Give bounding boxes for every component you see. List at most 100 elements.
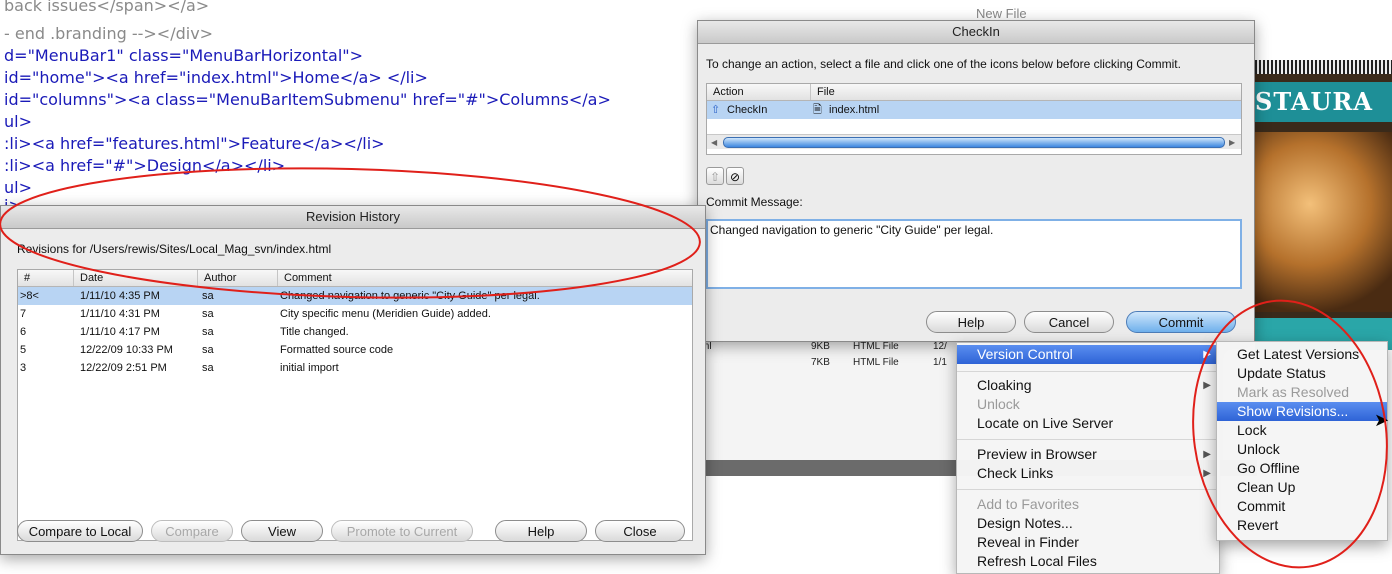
preview-stripe (1255, 60, 1392, 74)
commit-message-field[interactable]: Changed navigation to generic "City Guid… (706, 219, 1242, 289)
submenu-mark-resolved: Mark as Resolved (1237, 384, 1350, 400)
submenu-lock[interactable]: Lock (1217, 421, 1387, 440)
submenu-update-status[interactable]: Update Status (1217, 364, 1387, 383)
col-action[interactable]: Action (707, 84, 811, 100)
col-number[interactable]: # (18, 270, 74, 286)
submenu-unlock[interactable]: Unlock (1217, 440, 1387, 459)
menu-label: Check Links (977, 465, 1054, 481)
revision-author: sa (202, 362, 214, 374)
horizontal-scrollbar[interactable]: ◀ ▶ (707, 134, 1241, 149)
revision-row[interactable]: 6 1/11/10 4:17 PM sa Title changed. (18, 323, 692, 341)
checkin-action: CheckIn (727, 104, 768, 116)
help-button[interactable]: Help (495, 520, 587, 542)
scroll-thumb[interactable] (723, 137, 1225, 148)
submenu-revert[interactable]: Revert (1217, 516, 1387, 535)
commit-button[interactable]: Commit (1126, 311, 1236, 333)
revision-comment: Changed navigation to generic "City Guid… (280, 290, 540, 302)
file-type: HTML File (853, 341, 899, 352)
revision-author: sa (202, 326, 214, 338)
commit-message-label: Commit Message: (706, 195, 803, 209)
checkin-action-icon[interactable]: ⇧ (706, 167, 724, 185)
code-line-9: ul> (4, 178, 32, 197)
col-file[interactable]: File (811, 84, 1241, 100)
submenu-arrow-icon: ▶ (1203, 468, 1211, 479)
code-line-3: d="MenuBar1" class="MenuBarHorizontal"> (4, 46, 364, 65)
restaurant-photo (1255, 132, 1392, 312)
close-button[interactable]: Close (595, 520, 685, 542)
revision-row[interactable]: 3 12/22/09 2:51 PM sa initial import (18, 359, 692, 377)
revision-path-label: Revisions for /Users/rewis/Sites/Local_M… (17, 242, 332, 256)
file-size: 7KB (811, 357, 830, 368)
menu-item-preview-browser[interactable]: Preview in Browser ▶ (957, 445, 1219, 464)
code-line-5: id="columns"><a class="MenuBarItemSubmen… (4, 90, 611, 109)
checkin-title: CheckIn (698, 21, 1254, 44)
submenu-arrow-icon: ▶ (1203, 449, 1211, 460)
checkin-file-name: index.html (829, 104, 880, 116)
submenu-arrow-icon: ▶ (1203, 380, 1211, 391)
menu-item-reveal-finder[interactable]: Reveal in Finder (957, 533, 1219, 552)
up-arrow-icon: ⇧ (711, 104, 721, 116)
code-line-2: - end .branding --></div> (4, 24, 213, 43)
menu-label: Version Control (977, 346, 1073, 362)
checkin-file-row[interactable]: ⇧ CheckIn 🗎 index.html (707, 101, 1241, 119)
view-button[interactable]: View (241, 520, 323, 542)
col-author[interactable]: Author (198, 270, 278, 286)
revision-row[interactable]: 5 12/22/09 10:33 PM sa Formatted source cod… (18, 341, 692, 359)
submenu-get-latest[interactable]: Get Latest Versions (1217, 345, 1387, 364)
revision-table-header: # Date Author Comment (18, 270, 692, 287)
behind-menu-item: New File (976, 6, 1027, 21)
code-line-8: :li><a href="#">Design</a></li> (4, 156, 286, 175)
checkin-instructions: To change an action, select a file and c… (706, 57, 1181, 71)
checkin-table-header: Action File (707, 84, 1241, 101)
help-button[interactable]: Help (926, 311, 1016, 333)
file-size: 9KB (811, 341, 830, 352)
revision-num: 7 (20, 308, 27, 320)
checkin-file-table: Action File ⇧ CheckIn 🗎 index.html ◀ ▶ (706, 83, 1242, 155)
code-line-6: ul> (4, 112, 32, 131)
file-type: HTML File (853, 357, 899, 368)
menu-item-refresh-local[interactable]: Refresh Local Files (957, 552, 1219, 571)
menu-item-version-control[interactable]: Version Control ▶ (957, 345, 1219, 364)
code-line-2-text: - end .branding --></div> (4, 24, 214, 43)
submenu-arrow-icon: ▶ (1203, 349, 1211, 360)
revision-num: 5 (20, 344, 27, 356)
cancel-button[interactable]: Cancel (1024, 311, 1114, 333)
revision-date: 1/11/10 4:31 PM (80, 308, 160, 320)
checkin-dialog: CheckIn To change an action, select a fi… (697, 20, 1255, 342)
menu-item-cloaking[interactable]: Cloaking ▶ (957, 376, 1219, 395)
compare-button[interactable]: Compare (151, 520, 233, 542)
code-editor[interactable]: back issues</span></a> - end .branding -… (0, 0, 700, 215)
revision-author: sa (202, 344, 214, 356)
col-date[interactable]: Date (74, 270, 198, 286)
menu-item-locate-live-server[interactable]: Locate on Live Server (957, 414, 1219, 433)
code-line-1: back issues</span></a> (4, 0, 210, 15)
submenu-go-offline[interactable]: Go Offline (1217, 459, 1387, 478)
restaurant-preview: STAURA (1255, 60, 1392, 350)
submenu-clean-up[interactable]: Clean Up (1217, 478, 1387, 497)
skip-action-icon[interactable]: ⊘ (726, 167, 744, 185)
revision-history-title: Revision History (1, 206, 705, 229)
version-control-submenu: Get Latest Versions Update Status Mark a… (1216, 341, 1388, 541)
compare-to-local-button[interactable]: Compare to Local (17, 520, 143, 542)
revision-comment: Formatted source code (280, 344, 394, 356)
menu-item-check-links[interactable]: Check Links ▶ (957, 464, 1219, 483)
file-modified: 1/1 (933, 357, 947, 368)
revision-table: # Date Author Comment >8< 1/11/10 4:35 PM… (17, 269, 693, 541)
submenu-show-revisions[interactable]: Show Revisions... (1217, 402, 1387, 421)
revision-author: sa (202, 308, 214, 320)
menu-item-design-notes[interactable]: Design Notes... (957, 514, 1219, 533)
file-modified: 12/ (933, 341, 947, 352)
submenu-commit[interactable]: Commit (1217, 497, 1387, 516)
promote-to-current-button[interactable]: Promote to Current (331, 520, 473, 542)
revision-author: sa (202, 290, 214, 302)
scroll-left-icon[interactable]: ◀ (711, 138, 717, 147)
menu-separator (957, 439, 1219, 440)
menu-item-unlock: Unlock (977, 396, 1020, 412)
col-comment[interactable]: Comment (278, 270, 692, 286)
revision-row[interactable]: >8< 1/11/10 4:35 PM sa Changed navigation t… (18, 287, 692, 305)
code-line-4: id="home"><a href="index.html">Home</a> … (4, 68, 428, 87)
menu-label: Preview in Browser (977, 446, 1097, 462)
revision-date: 12/22/09 10:33 PM (80, 344, 173, 356)
revision-row[interactable]: 7 1/11/10 4:31 PM sa City specific menu (Me… (18, 305, 692, 323)
scroll-right-icon[interactable]: ▶ (1229, 138, 1235, 147)
